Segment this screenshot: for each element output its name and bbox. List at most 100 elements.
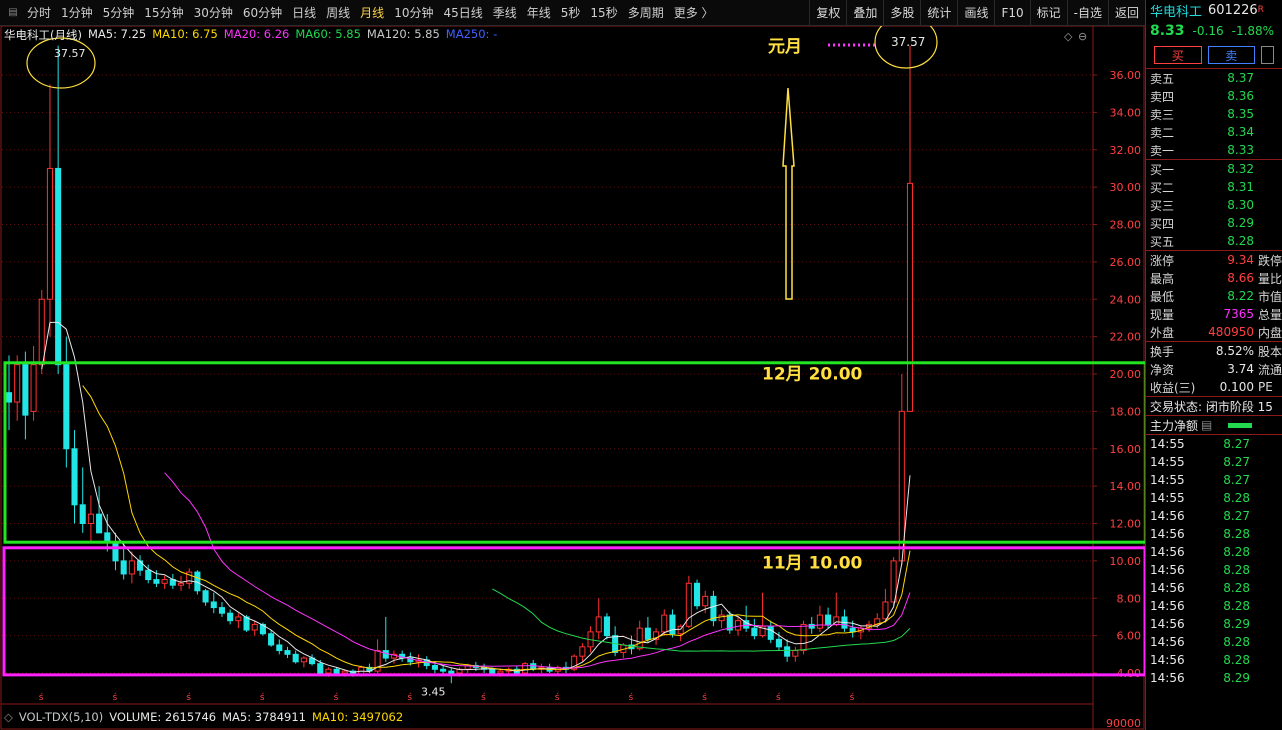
quote-row[interactable]: 最高 8.66 量比 bbox=[1146, 269, 1282, 287]
candle[interactable] bbox=[669, 609, 676, 638]
candle[interactable] bbox=[186, 568, 193, 589]
collapse-icon[interactable]: ◇ bbox=[4, 710, 13, 724]
candle[interactable] bbox=[792, 646, 799, 662]
candle[interactable] bbox=[71, 430, 78, 524]
candle[interactable] bbox=[227, 609, 234, 625]
candle[interactable] bbox=[251, 620, 258, 636]
candle[interactable] bbox=[759, 592, 766, 638]
candle[interactable] bbox=[276, 639, 283, 655]
period-tab[interactable]: 更多 〉 bbox=[669, 0, 719, 25]
candle[interactable] bbox=[63, 336, 70, 468]
period-tab[interactable]: 年线 bbox=[522, 0, 556, 25]
candle[interactable] bbox=[87, 495, 94, 543]
candle[interactable] bbox=[636, 620, 643, 651]
period-tab[interactable]: 月线 bbox=[355, 0, 389, 25]
candle[interactable] bbox=[46, 84, 53, 337]
candle[interactable] bbox=[718, 609, 725, 629]
toolbar-button[interactable]: 标记 bbox=[1029, 0, 1067, 25]
candle[interactable] bbox=[169, 573, 176, 589]
candle[interactable] bbox=[309, 654, 316, 666]
candle[interactable] bbox=[22, 351, 29, 440]
quote-row[interactable]: 买一 8.32 bbox=[1146, 160, 1282, 178]
candle[interactable] bbox=[693, 579, 701, 610]
toolbar-button[interactable]: 多股 bbox=[883, 0, 920, 25]
candle[interactable] bbox=[603, 613, 610, 640]
sell-button[interactable]: 卖 bbox=[1207, 46, 1256, 64]
quote-row[interactable]: 最低 8.22 市值 bbox=[1146, 287, 1282, 305]
candle[interactable] bbox=[751, 618, 758, 640]
period-tab[interactable]: 30分钟 bbox=[189, 0, 238, 25]
candle[interactable] bbox=[137, 555, 144, 576]
toolbar-button[interactable]: 返回 bbox=[1107, 0, 1145, 25]
toolbar-button[interactable]: 画线 bbox=[957, 0, 994, 25]
menu-icon[interactable]: ▤ bbox=[4, 7, 22, 18]
candle[interactable] bbox=[79, 467, 86, 533]
quote-row[interactable]: 卖五 8.37 bbox=[1146, 69, 1282, 87]
candle[interactable] bbox=[55, 45, 62, 374]
diamond-icon[interactable]: ◇ bbox=[1064, 30, 1073, 43]
kline-chart[interactable]: 36.00 34.00 32.00 30.00 28.00 26.00 24.00 22.00… bbox=[0, 15, 1148, 730]
quote-row[interactable]: 买四 8.29 bbox=[1146, 214, 1282, 232]
candle[interactable] bbox=[833, 592, 840, 627]
quote-row[interactable]: 买二 8.31 bbox=[1146, 178, 1282, 196]
candle[interactable] bbox=[743, 605, 750, 632]
quote-row[interactable]: 换手 8.52% 股本 bbox=[1146, 342, 1282, 360]
candle[interactable] bbox=[292, 650, 299, 664]
buy-button[interactable]: 买 bbox=[1154, 46, 1202, 64]
period-tab[interactable]: 周线 bbox=[321, 0, 355, 25]
quote-row[interactable]: 净资 3.74 流通 bbox=[1146, 360, 1282, 378]
toolbar-button[interactable]: -自选 bbox=[1066, 0, 1108, 25]
candle[interactable] bbox=[595, 598, 602, 640]
toolbar-button[interactable]: 复权 bbox=[809, 0, 846, 25]
toolbar-button[interactable]: 统计 bbox=[920, 0, 957, 25]
period-tab[interactable]: 分时 bbox=[22, 0, 56, 25]
candle[interactable] bbox=[767, 620, 774, 644]
candle[interactable] bbox=[562, 661, 570, 673]
quote-row[interactable]: 买三 8.30 bbox=[1146, 196, 1282, 214]
period-tab[interactable]: 多周期 bbox=[623, 0, 669, 25]
quote-row[interactable]: 卖三 8.35 bbox=[1146, 105, 1282, 123]
candle[interactable] bbox=[235, 613, 242, 629]
candle[interactable] bbox=[177, 575, 185, 591]
period-tab[interactable]: 1分钟 bbox=[56, 0, 98, 25]
candle[interactable] bbox=[112, 532, 119, 571]
period-tab[interactable]: 日线 bbox=[287, 0, 321, 25]
quote-row[interactable]: 卖二 8.34 bbox=[1146, 123, 1282, 141]
period-tab[interactable]: 季线 bbox=[488, 0, 522, 25]
period-tab[interactable]: 5分钟 bbox=[98, 0, 140, 25]
quote-row[interactable]: 现量 7365 总量 bbox=[1146, 305, 1282, 323]
toolbar-button[interactable]: 叠加 bbox=[846, 0, 883, 25]
candle[interactable] bbox=[382, 616, 389, 662]
period-tab[interactable]: 10分钟 bbox=[389, 0, 438, 25]
period-tab[interactable]: 60分钟 bbox=[238, 0, 287, 25]
candle[interactable] bbox=[481, 663, 488, 673]
candle[interactable] bbox=[906, 45, 914, 412]
kline-svg[interactable]: 36.00 34.00 32.00 30.00 28.00 26.00 24.00 22.00… bbox=[0, 15, 1148, 730]
candle[interactable] bbox=[30, 345, 37, 421]
doc-icon[interactable]: ▤ bbox=[1201, 418, 1212, 432]
candle[interactable] bbox=[521, 661, 529, 675]
period-tab[interactable]: 15秒 bbox=[585, 0, 622, 25]
candle[interactable] bbox=[300, 656, 307, 668]
minimize-icon[interactable]: ⊖ bbox=[1078, 30, 1087, 43]
candle[interactable] bbox=[579, 643, 586, 662]
quote-row[interactable]: 卖四 8.36 bbox=[1146, 87, 1282, 105]
candle[interactable] bbox=[898, 374, 905, 565]
candle[interactable] bbox=[5, 355, 13, 431]
candle[interactable] bbox=[210, 592, 217, 614]
candle[interactable] bbox=[628, 635, 635, 655]
candle[interactable] bbox=[202, 588, 209, 606]
candle[interactable] bbox=[284, 646, 291, 659]
toolbar-button[interactable]: F10 bbox=[994, 0, 1029, 25]
candle[interactable] bbox=[841, 609, 848, 632]
candle[interactable] bbox=[268, 630, 275, 647]
chart-title[interactable]: 华电科工(月线) bbox=[4, 27, 82, 42]
candle[interactable] bbox=[161, 575, 168, 589]
quote-row[interactable]: 收益(三) 0.100 PE bbox=[1146, 378, 1282, 396]
period-tab[interactable]: 15分钟 bbox=[139, 0, 188, 25]
candle[interactable] bbox=[816, 605, 823, 632]
quote-row[interactable]: 外盘 480950 内盘 bbox=[1146, 323, 1282, 341]
candle[interactable] bbox=[218, 601, 226, 617]
quote-row[interactable]: 涨停 9.34 跌停 bbox=[1146, 251, 1282, 269]
quote-row[interactable]: 卖一 8.33 bbox=[1146, 141, 1282, 159]
